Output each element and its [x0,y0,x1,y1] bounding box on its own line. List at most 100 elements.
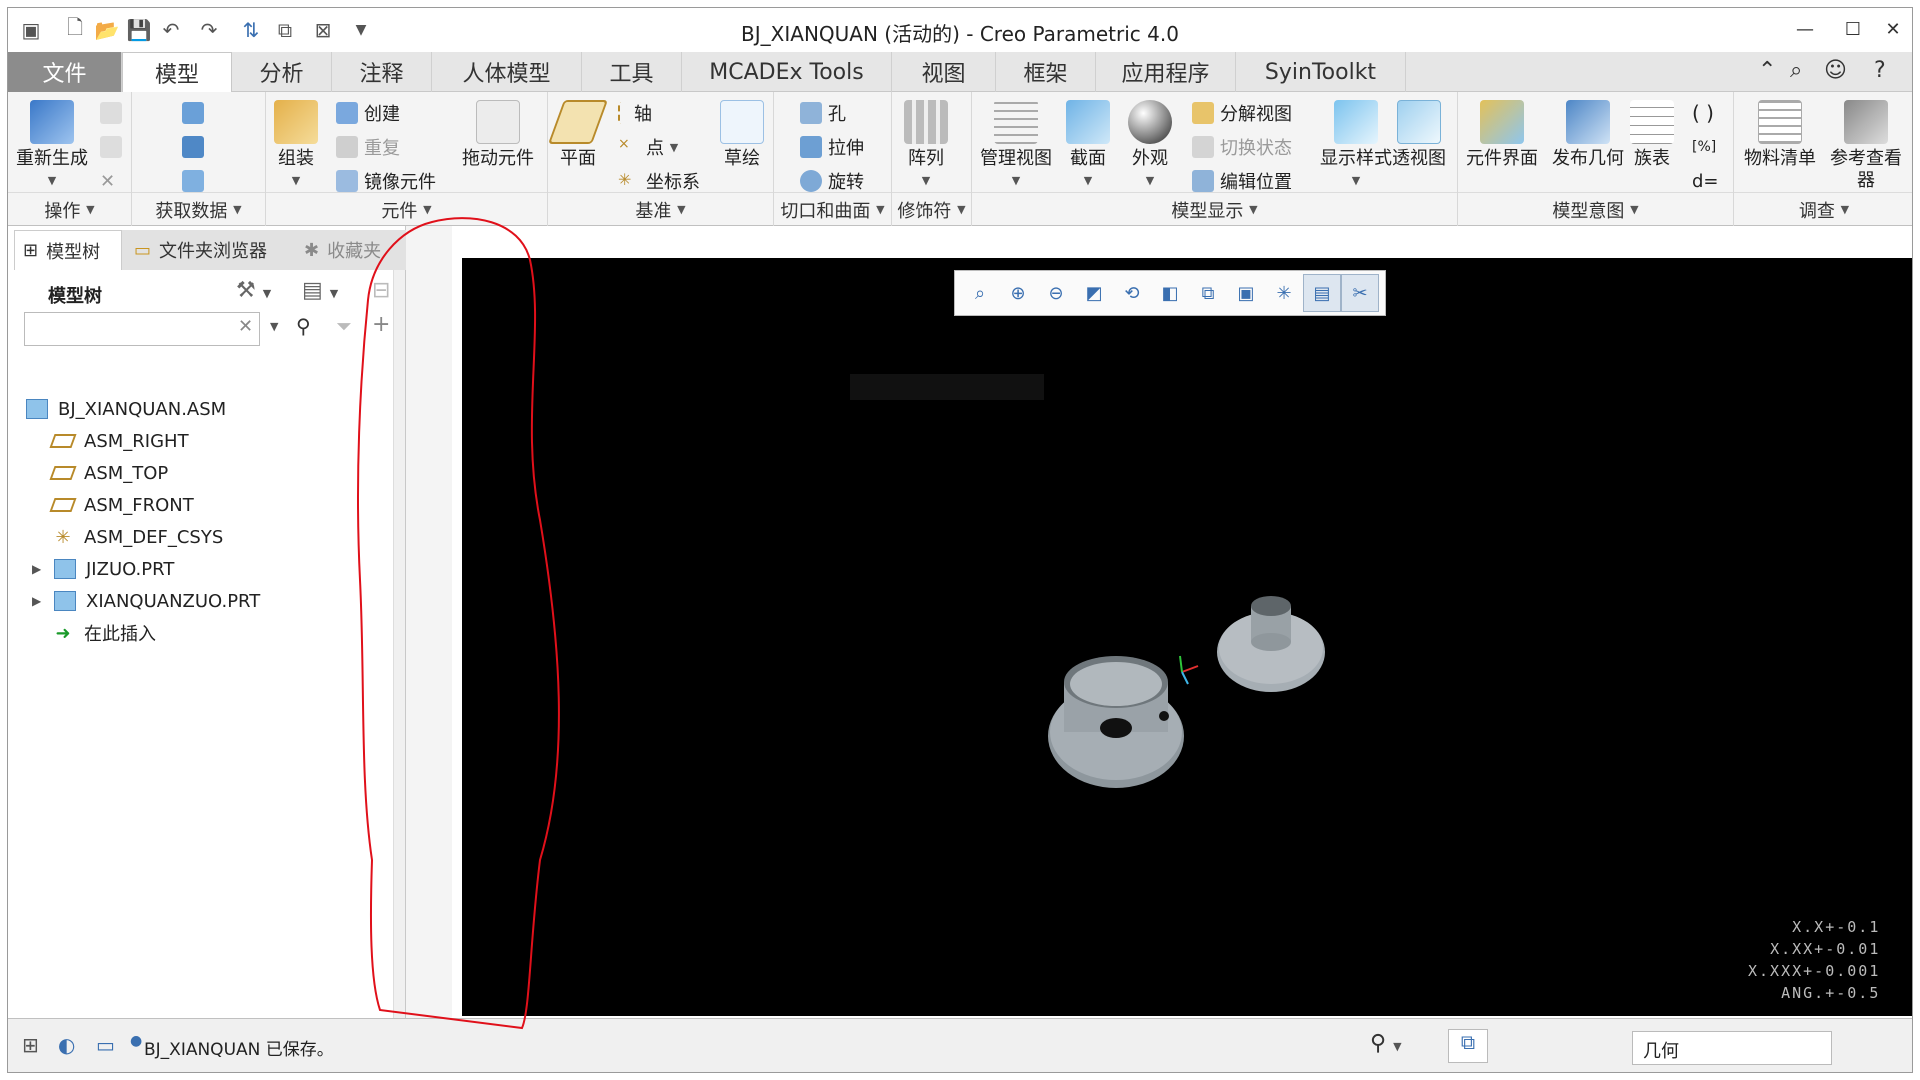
close-button[interactable]: ✕ [1870,14,1912,44]
copy-geometry-icon[interactable] [182,132,210,162]
jizuo-part[interactable] [1217,596,1325,692]
tab-annotate[interactable]: 注释 [332,52,432,92]
group-label-component[interactable]: 元件 ▼ [266,192,547,226]
tree-item-assembly[interactable]: BJ_XIANQUAN.ASM [26,394,416,424]
add-column-icon[interactable]: + [372,312,390,337]
search-icon[interactable]: ⌕ [1790,58,1802,83]
tree-item-part[interactable]: ▶ XIANQUANZUO.PRT [32,586,422,616]
appearance-button[interactable]: 外观 ▼ [1128,100,1172,192]
tree-item-plane[interactable]: ASM_TOP [49,458,442,488]
manage-views-button[interactable]: 管理视图 ▼ [980,100,1052,192]
zoom-out-icon[interactable]: ⊖ [1037,274,1075,312]
fullscreen-icon[interactable]: ▭ [96,1033,115,1057]
tab-model[interactable]: 模型 [122,52,232,93]
tab-applications[interactable]: 应用程序 [1096,52,1236,92]
navigator-toggle-icon[interactable]: ⊞ [22,1033,39,1057]
bom-button[interactable]: 物料清单 [1744,100,1816,170]
display-style-view-icon[interactable]: ◧ [1151,274,1189,312]
repaint-icon[interactable]: ◩ [1075,274,1113,312]
selection-filter-dropdown[interactable]: 几何 [1632,1031,1832,1065]
panel-splitter[interactable] [406,226,452,1018]
paste-icon[interactable] [100,132,128,162]
assemble-button[interactable]: 组装 ▼ [274,100,318,192]
regenerate-button[interactable]: 重新生成 ▼ [16,100,88,192]
group-label-model-intent[interactable]: 模型意图 ▼ [1458,192,1733,226]
community-icon[interactable]: ☺ [1824,58,1847,83]
tab-view[interactable]: 视图 [892,52,996,92]
tab-folder-browser[interactable]: ▭ 文件夹浏览器 [126,230,292,270]
selection-filter-toggle-icon[interactable]: ⧉ [1448,1029,1488,1063]
search-input[interactable] [24,312,260,346]
pattern-button[interactable]: 阵列 ▼ [904,100,948,192]
sketch-button[interactable]: 草绘 [720,100,764,170]
toggle-status-button[interactable]: 切换状态 [1192,132,1292,162]
group-label-operations[interactable]: 操作 ▼ [8,192,131,226]
group-label-getdata[interactable]: 获取数据 ▼ [132,192,265,226]
extrude-button[interactable]: 拉伸 [800,132,864,162]
axis-button[interactable]: 轴 [618,98,652,128]
graphics-window[interactable] [462,258,1912,1016]
expand-arrow-icon[interactable]: ▶ [32,594,54,608]
tree-item-plane[interactable]: ASM_RIGHT [49,426,442,456]
tab-framework[interactable]: 框架 [996,52,1096,92]
tab-syintoolkt[interactable]: SyinToolkt [1236,52,1406,92]
xianquanzuo-part[interactable] [1048,656,1184,788]
relations-icon[interactable]: ( ) [1692,98,1714,128]
group-label-datum[interactable]: 基准 ▼ [548,192,773,226]
annotation-display-icon[interactable]: ▤ [1303,274,1341,312]
exploded-view-button[interactable]: 分解视图 [1192,98,1292,128]
component-interface-button[interactable]: 元件界面 [1466,100,1538,170]
tab-analysis[interactable]: 分析 [232,52,332,92]
clear-search-icon[interactable]: ✕ [238,316,253,337]
tree-columns-icon[interactable]: ▤ ▼ [302,278,338,303]
filter-icon[interactable]: ⏷ [336,314,352,338]
parameters-icon[interactable]: [%] [1692,132,1716,162]
reference-viewer-button[interactable]: 参考查看器 [1826,100,1906,192]
tree-item-csys[interactable]: ✳ ASM_DEF_CSYS [52,522,442,552]
perspective-view-button[interactable]: 透视图 [1392,100,1446,170]
tree-settings-icon[interactable]: ⚒ ▼ [236,278,271,303]
tab-favorites[interactable]: ✱ 收藏夹 [296,230,406,270]
spin-center-toggle-icon[interactable]: ✂ [1341,274,1379,312]
group-label-investigate[interactable]: 调查 ▼ [1734,192,1912,226]
help-icon[interactable]: ? [1874,58,1886,83]
tree-item-plane[interactable]: ASM_FRONT [49,490,442,520]
tab-tools[interactable]: 工具 [582,52,682,92]
plane-button[interactable]: 平面 [547,100,609,170]
collapse-ribbon-icon[interactable]: ⌃ [1758,58,1776,83]
refit-icon[interactable]: ⌕ [961,274,999,312]
tab-model-tree[interactable]: ⊞ 模型树 [14,230,122,270]
view-manager-icon[interactable]: ▣ [1227,274,1265,312]
expand-arrow-icon[interactable]: ▶ [32,562,54,576]
spin-center-icon[interactable]: ⟲ [1113,274,1151,312]
group-label-modifiers[interactable]: 修饰符 ▼ [892,192,971,226]
tab-manikin[interactable]: 人体模型 [432,52,582,92]
group-label-cut[interactable]: 切口和曲面 ▼ [774,192,891,226]
family-table-button[interactable]: 族表 [1630,100,1674,170]
tree-item-part[interactable]: ▶ JIZUO.PRT [32,554,422,584]
datum-display-icon[interactable]: ✳ [1265,274,1303,312]
drag-components-button[interactable]: 拖动元件 [462,100,534,170]
section-button[interactable]: 截面 ▼ [1066,100,1110,192]
find-icon[interactable]: ⚲ ▼ [1370,1031,1402,1056]
panel-scrollbar[interactable] [393,270,405,1018]
create-button[interactable]: 创建 [336,98,400,128]
minimize-button[interactable]: — [1782,14,1828,44]
publish-geometry-button[interactable]: 发布几何 [1552,100,1624,170]
copy-icon[interactable] [100,98,128,128]
display-style-button[interactable]: 显示样式 ▼ [1320,100,1392,192]
tab-file[interactable]: 文件 [8,52,122,92]
group-label-model-display[interactable]: 模型显示 ▼ [972,192,1457,226]
browser-toggle-icon[interactable]: ◐ [58,1033,75,1057]
tab-mcadex-tools[interactable]: MCADEx Tools [682,52,892,92]
tree-item-insert-here[interactable]: ➜ 在此插入 [52,618,442,648]
zoom-in-icon[interactable]: ⊕ [999,274,1037,312]
hole-button[interactable]: 孔 [800,98,846,128]
find-binoculars-icon[interactable]: ⚲ [296,314,311,338]
tree-filter-settings-icon[interactable]: ⊟ [372,278,390,303]
saved-orientations-icon[interactable]: ⧉ [1189,274,1227,312]
repeat-button[interactable]: 重复 [336,132,400,162]
search-options-icon[interactable]: ▼ [270,320,278,333]
user-defined-feature-icon[interactable] [182,98,210,128]
point-button[interactable]: × 点 ▼ [618,132,678,162]
